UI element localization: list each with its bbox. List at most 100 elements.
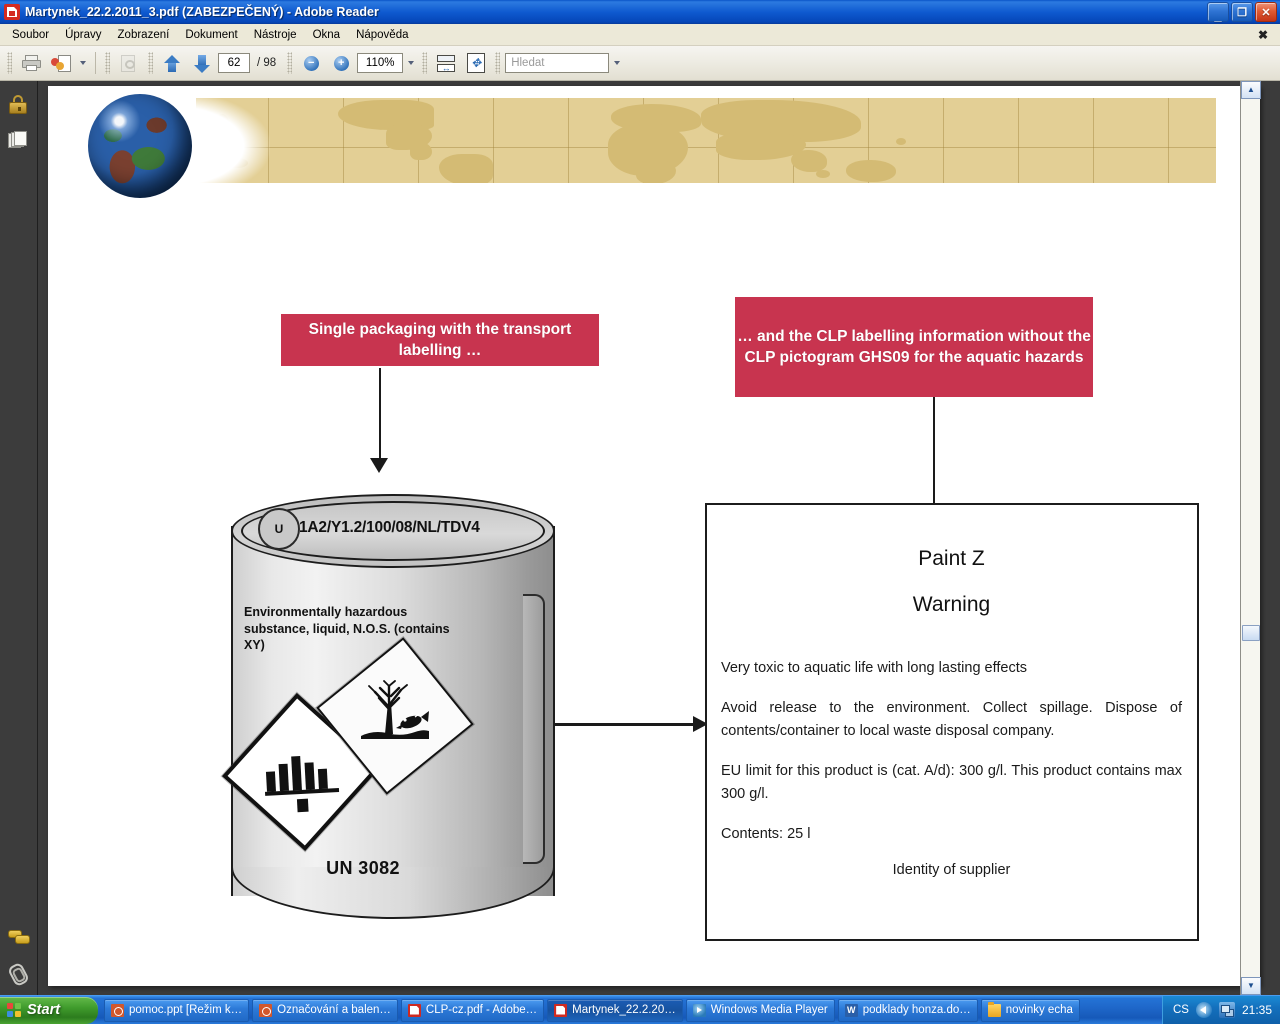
minimize-button[interactable]: _ (1207, 2, 1229, 22)
menu-item-zobrazeni[interactable]: Zobrazení (110, 27, 178, 43)
callout-transport-labelling: Single packaging with the transport labe… (281, 314, 599, 366)
menu-item-okna[interactable]: Okna (305, 27, 349, 43)
zoom-level-input[interactable]: 110% (357, 53, 404, 73)
window-titlebar: Martynek_22.2.2011_3.pdf (ZABEZPEČENÝ) -… (0, 0, 1280, 24)
close-button[interactable]: ✕ (1255, 2, 1277, 22)
pdf-icon (554, 1003, 568, 1017)
menubar: Soubor Úpravy Zobrazení Dokument Nástroj… (0, 24, 1280, 46)
slide-banner (48, 86, 1260, 200)
start-button[interactable]: Start (0, 996, 98, 1024)
taskbar-item-label: Windows Media Player (710, 1004, 828, 1016)
taskbar-item-label: Označování a balen… (277, 1004, 391, 1016)
next-page-button[interactable] (188, 50, 216, 76)
toolbar-grip[interactable] (7, 52, 12, 74)
restore-button[interactable]: ❐ (1231, 2, 1253, 22)
taskbar-item-label: novinky echa (1005, 1004, 1073, 1016)
volume-icon[interactable] (1195, 1002, 1212, 1018)
send-for-review-button[interactable] (47, 50, 75, 76)
clp-label-box: Paint Z Warning Very toxic to aquatic li… (705, 503, 1199, 941)
un-number-label: UN 3082 (326, 858, 400, 878)
language-indicator[interactable]: CS (1173, 1004, 1189, 1016)
search-dropdown-icon[interactable] (614, 61, 621, 65)
page-total-label: / 98 (257, 57, 277, 69)
windows-flag-icon (7, 1002, 22, 1018)
taskbar-item-oznacovani[interactable]: Označování a balen… (252, 998, 398, 1022)
zoom-dropdown-icon[interactable] (408, 61, 415, 65)
page-viewport[interactable]: Single packaging with the transport labe… (38, 81, 1261, 995)
connector-line-horizontal (548, 723, 698, 726)
email-attach-icon (119, 54, 139, 72)
toolbar-separator (95, 52, 96, 74)
menu-item-soubor[interactable]: Soubor (4, 27, 57, 43)
navigation-pane-bottom (7, 929, 30, 995)
zoom-in-button[interactable]: + (327, 50, 355, 76)
toolbar-grip[interactable] (148, 52, 153, 74)
fit-width-button[interactable] (432, 50, 460, 76)
taskbar-item-novinky-echa[interactable]: novinky echa (980, 998, 1080, 1022)
scroll-up-button[interactable]: ▲ (1241, 81, 1261, 99)
zoom-out-button[interactable]: − (297, 50, 325, 76)
toolbar-grip[interactable] (495, 52, 501, 74)
powerpoint-icon (111, 1003, 124, 1017)
email-attach-button[interactable] (115, 50, 143, 76)
taskbar-item-podklady-honza-doc[interactable]: podklady honza.do… (837, 998, 978, 1022)
clp-voc-statement: EU limit for this product is (cat. A/d):… (721, 762, 1182, 802)
close-document-icon[interactable]: ✖ (1258, 28, 1268, 42)
clp-supplier-identity: Identity of supplier (892, 862, 1011, 879)
screen: Martynek_22.2.2011_3.pdf (ZABEZPEČENÝ) -… (0, 0, 1280, 1024)
taskbar-item-clp-cz-pdf[interactable]: CLP-cz.pdf - Adobe… (400, 998, 545, 1022)
marine-pollutant-pictogram (316, 637, 474, 795)
send-for-review-icon (51, 54, 71, 72)
toolbar-grip[interactable] (422, 52, 428, 74)
page-thumbnails-icon[interactable] (8, 130, 29, 149)
taskbar-item-windows-media-player[interactable]: Windows Media Player (685, 998, 835, 1022)
toolbar-grip[interactable] (287, 52, 293, 74)
menu-item-dokument[interactable]: Dokument (177, 27, 245, 43)
menu-item-nastroje[interactable]: Nástroje (246, 27, 305, 43)
scroll-down-button[interactable]: ▼ (1241, 977, 1261, 995)
clp-hazard-statement: Very toxic to aquatic life with long las… (721, 660, 1028, 676)
comments-icon[interactable] (7, 929, 30, 946)
taskbar-tasks: pomoc.ppt [Režim k… Označování a balen… … (104, 998, 1162, 1022)
proper-shipping-name: Environmentally hazardous substance, liq… (244, 605, 450, 653)
clp-product-name: Paint Z (918, 547, 985, 570)
taskbar-item-label: podklady honza.do… (862, 1004, 971, 1016)
connector-line-right (933, 397, 935, 504)
attachments-icon[interactable] (8, 963, 26, 983)
connector-line-left (379, 368, 381, 464)
transport-drum: U 1A2/Y1.2/100/08/NL/TDV4 Environmentall… (221, 494, 555, 919)
navigation-pane-top (8, 81, 29, 149)
arrow-up-icon (163, 54, 182, 73)
toolbar-grip[interactable] (105, 52, 110, 74)
print-button[interactable] (17, 50, 45, 76)
folder-icon (987, 1001, 1001, 1017)
security-lock-icon[interactable] (8, 95, 28, 114)
clp-signal-word: Warning (912, 593, 991, 616)
taskbar-item-label: pomoc.ppt [Režim k… (129, 1004, 243, 1016)
clock[interactable]: 21:35 (1242, 1003, 1272, 1017)
menu-item-napoveda[interactable]: Nápověda (348, 27, 416, 43)
send-for-review-dropdown-icon[interactable] (80, 61, 86, 65)
search-input[interactable]: Hledat (505, 53, 610, 73)
media-player-icon (692, 1003, 706, 1017)
pdf-page: Single packaging with the transport labe… (48, 86, 1260, 986)
window-title: Martynek_22.2.2011_3.pdf (ZABEZPEČENÝ) -… (25, 5, 379, 19)
network-icon[interactable] (1218, 1002, 1235, 1018)
arrow-down-icon (193, 54, 212, 73)
vertical-scrollbar[interactable]: ▲ ▼ (1240, 81, 1261, 995)
previous-page-button[interactable] (158, 50, 186, 76)
fit-page-icon (467, 53, 486, 73)
globe-icon (88, 94, 192, 198)
menu-item-upravy[interactable]: Úpravy (57, 27, 109, 43)
scrollbar-thumb[interactable] (1242, 625, 1260, 641)
taskbar-item-label: CLP-cz.pdf - Adobe… (425, 1004, 538, 1016)
fit-page-button[interactable] (462, 50, 490, 76)
taskbar-item-martynek-pdf[interactable]: Martynek_22.2.20… (547, 998, 683, 1022)
navigation-pane (0, 81, 38, 995)
taskbar-item-pomoc-ppt[interactable]: pomoc.ppt [Režim k… (104, 998, 250, 1022)
powerpoint-icon (259, 1003, 273, 1017)
plus-icon: + (333, 55, 349, 71)
page-number-input[interactable]: 62 (218, 53, 250, 73)
un-approval-mark: U (258, 508, 300, 550)
printer-icon (21, 55, 41, 71)
